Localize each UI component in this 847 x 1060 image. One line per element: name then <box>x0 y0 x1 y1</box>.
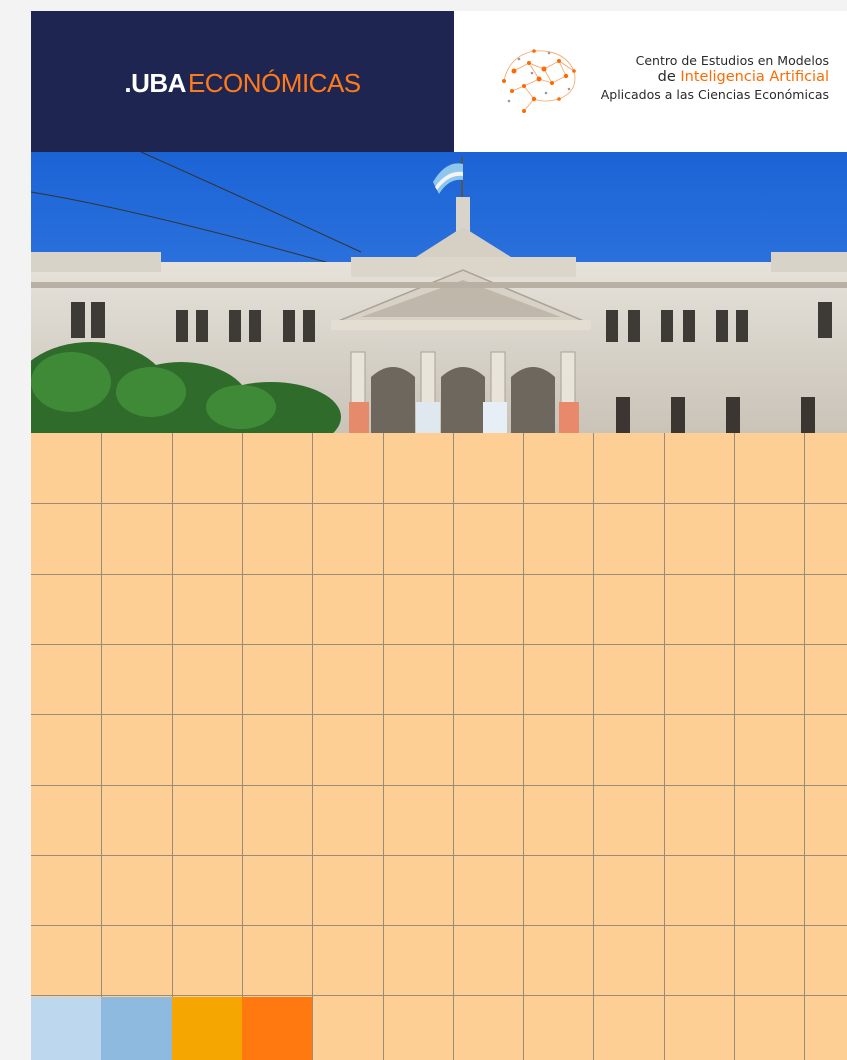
building-facade-photo <box>31 152 847 433</box>
cover-page: .UBAECONÓMICAS Centro de Estudios en Mod… <box>31 11 847 1060</box>
center-logo-line3: Aplicados a las Ciencias Económicas <box>600 87 829 102</box>
center-logo-panel: Centro de Estudios en Modelos de Intelig… <box>454 11 847 152</box>
swatch-light-blue <box>31 997 101 1060</box>
uba-economicas-logo: .UBAECONÓMICAS <box>124 68 361 99</box>
center-logo-text: Centro de Estudios en Modelos de Intelig… <box>549 52 829 103</box>
uba-logo-prefix: .UBA <box>124 68 186 98</box>
center-logo-line1: Centro de Estudios en Modelos <box>635 53 829 68</box>
decorative-grid <box>31 433 847 1060</box>
uba-logo-suffix: ECONÓMICAS <box>187 68 361 98</box>
center-logo-line2: de Inteligencia Artificial <box>549 69 829 86</box>
center-logo-line2-accent: Inteligencia Artificial <box>680 69 829 85</box>
swatch-blue <box>101 997 172 1060</box>
swatch-amber <box>172 997 242 1060</box>
uba-header-panel: .UBAECONÓMICAS <box>31 11 454 152</box>
center-logo-line2-prefix: de <box>657 69 681 85</box>
grid-lines <box>31 433 847 1060</box>
building-photo-illustration <box>31 152 847 433</box>
swatch-orange <box>242 997 312 1060</box>
